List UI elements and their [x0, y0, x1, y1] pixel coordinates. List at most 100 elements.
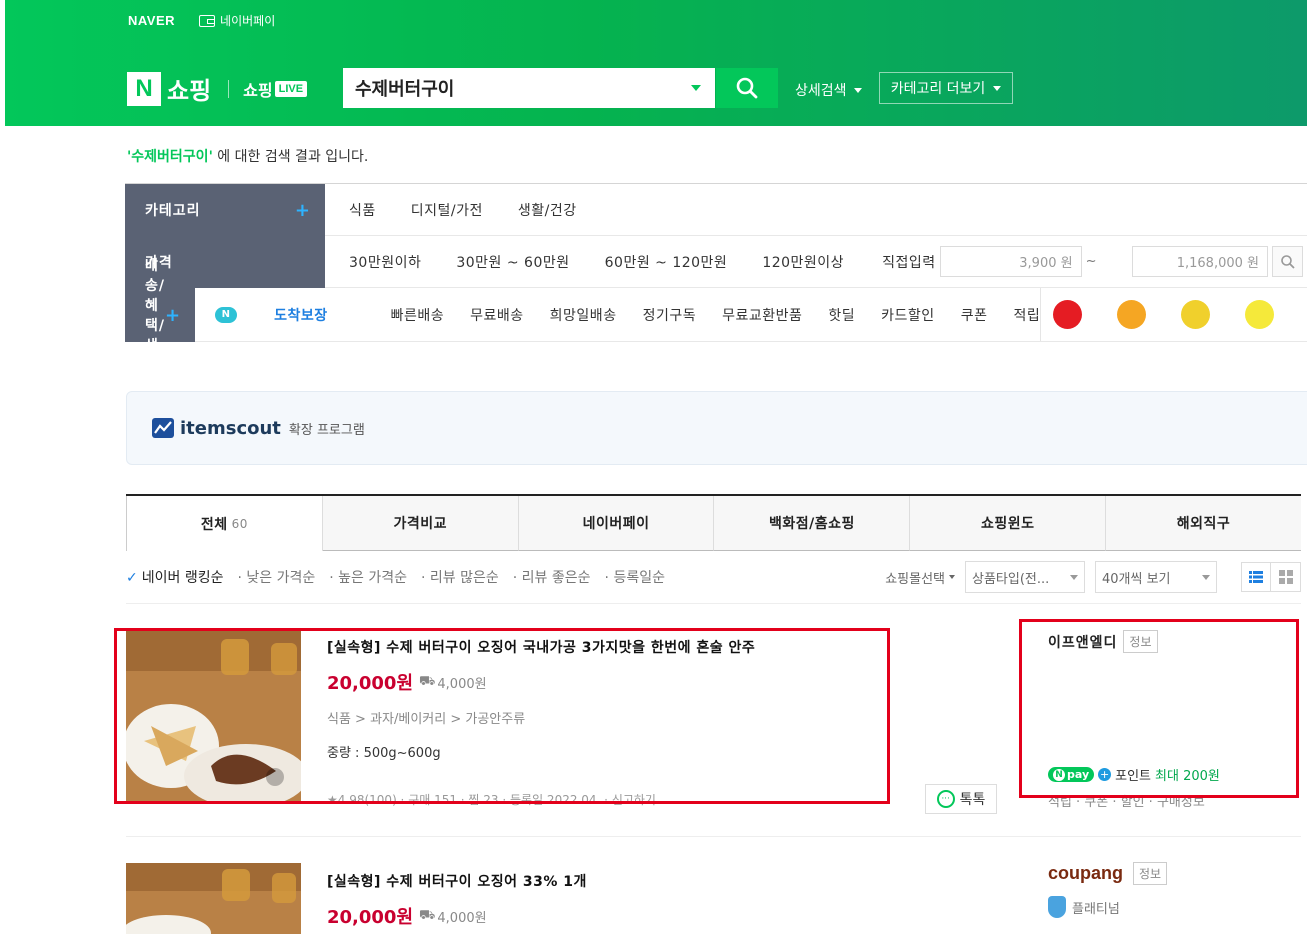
talktalk-label: 톡톡 — [959, 792, 986, 808]
chevron-down-icon — [853, 87, 862, 93]
chevron-down-icon — [993, 85, 1002, 91]
arrival-guarantee-icon: N — [215, 306, 238, 323]
product-image[interactable] — [126, 863, 301, 934]
color-swatch[interactable] — [1245, 300, 1275, 329]
tab-label: 가격비교 — [393, 516, 447, 532]
color-swatch[interactable] — [1053, 300, 1083, 329]
color-swatch[interactable] — [1181, 300, 1211, 329]
naver-logo[interactable]: NAVER — [128, 13, 175, 28]
price-search-button[interactable] — [1272, 246, 1303, 277]
naverpay-link[interactable]: 네이버페이 — [199, 12, 275, 29]
list-view-icon — [1249, 571, 1263, 583]
chevron-down-icon — [1202, 574, 1210, 580]
filter-label-text: 카테고리 — [145, 203, 201, 219]
tab-price-compare[interactable]: 가격비교 — [322, 496, 519, 551]
filter-row-category: 카테고리 + 식품 디지털/가전 생활/건강 — [125, 184, 1307, 236]
tab-label: 해외직구 — [1176, 516, 1231, 532]
arrival-guarantee-label: 도착보장 — [274, 307, 328, 324]
mall-select[interactable]: 쇼핑몰선택 — [885, 568, 955, 587]
shopping-live-link[interactable]: 쇼핑 LIVE — [243, 77, 308, 101]
arrival-guarantee-option[interactable]: N 도착보장 — [215, 305, 363, 325]
grid-view-button[interactable] — [1271, 562, 1301, 592]
category-options: 식품 디지털/가전 생활/건강 — [325, 184, 1307, 236]
tab-label: 백화점/홈쇼핑 — [768, 516, 855, 532]
divider — [126, 836, 1301, 837]
tab-label: 네이버페이 — [582, 516, 650, 532]
delivery-option[interactable]: 카드할인 — [881, 305, 935, 325]
live-badge: LIVE — [274, 80, 308, 97]
delivery-option[interactable]: 무료교환반품 — [722, 305, 802, 325]
autocomplete-toggle-icon[interactable] — [691, 85, 701, 91]
shopping-live-label: 쇼핑 — [243, 80, 273, 100]
filter-label-category[interactable]: 카테고리 + — [125, 184, 325, 236]
plus-icon: + — [294, 199, 311, 221]
color-swatch[interactable] — [1117, 300, 1147, 329]
itemscout-banner[interactable]: itemscout 확장 프로그램 — [126, 391, 1307, 465]
sort-label: 높은 가격순 — [338, 570, 407, 586]
tab-naverpay[interactable]: 네이버페이 — [518, 496, 715, 551]
search-icon — [1280, 254, 1295, 269]
price-option[interactable]: 60만원 ~ 120만원 — [605, 252, 728, 272]
shopping-title: 쇼핑 — [167, 77, 212, 105]
mall-select-label: 쇼핑몰선택 — [885, 571, 945, 587]
divider — [126, 603, 1301, 604]
tab-overseas[interactable]: 해외직구 — [1106, 496, 1301, 551]
sort-ranking[interactable]: ✓ 네이버 랭킹순 — [126, 567, 223, 587]
search-result-message: '수제버터구이' 에 대한 검색 결과 입니다. — [127, 146, 368, 166]
advanced-search-button[interactable]: 상세검색 — [795, 80, 862, 100]
result-tabs: 전체 60 가격비교 네이버페이 백화점/홈쇼핑 쇼핑윈도 해외직구 — [126, 494, 1301, 551]
price-option[interactable]: 30만원 ~ 60만원 — [456, 252, 569, 272]
product-photo — [126, 863, 301, 934]
seller-info: coupang 정보 — [1048, 862, 1168, 885]
truck-icon: ⛟ — [419, 907, 436, 923]
product-title[interactable]: [실속형] 수제 버터구이 오징어 33% 1개 — [327, 871, 887, 891]
n-logo-icon: N — [127, 71, 161, 106]
delivery-option[interactable]: 정기구독 — [643, 305, 697, 325]
sort-review-count[interactable]: · 리뷰 많은순 — [421, 567, 499, 587]
talktalk-button[interactable]: ··· 톡톡 — [925, 784, 997, 814]
delivery-option[interactable]: 핫딜 — [828, 305, 855, 325]
grid-view-icon — [1278, 570, 1293, 584]
search-input[interactable]: 수제버터구이 — [343, 68, 715, 108]
per-page-select[interactable]: 40개씩 보기 — [1095, 561, 1217, 593]
price-option[interactable]: 120만원이상 — [762, 252, 844, 272]
price-range-tilde: ~ — [1085, 254, 1097, 269]
delivery-options: N 도착보장 빠른배송 무료배송 희망일배송 정기구독 무료교환반품 핫딜 카드… — [195, 288, 1307, 342]
delivery-option[interactable]: 적립 — [1013, 305, 1040, 325]
filter-label-delivery[interactable]: 배송/혜택/색상 + — [125, 258, 196, 374]
tab-label: 쇼핑윈도 — [980, 516, 1035, 532]
list-view-button[interactable] — [1241, 562, 1271, 592]
sort-high-price[interactable]: · 높은 가격순 — [329, 567, 407, 587]
seller-grade: 플래티넘 — [1048, 896, 1120, 918]
category-option[interactable]: 디지털/가전 — [411, 200, 483, 220]
price-option[interactable]: 30만원이하 — [349, 252, 421, 272]
select-value: 상품타입(전... — [972, 571, 1050, 587]
sort-review-score[interactable]: · 리뷰 좋은순 — [513, 567, 591, 587]
sort-label: 등록일순 — [613, 570, 665, 586]
seller-logo[interactable]: coupang — [1048, 863, 1123, 884]
wallet-icon — [199, 14, 216, 27]
product-type-select[interactable]: 상품타입(전... — [965, 561, 1085, 593]
category-more-button[interactable]: 카테고리 더보기 — [879, 72, 1013, 104]
delivery-option[interactable]: 쿠폰 — [961, 305, 988, 325]
tab-label: 전체 — [200, 516, 228, 533]
sort-low-price[interactable]: · 낮은 가격순 — [237, 567, 315, 587]
highlight-box-product — [114, 628, 890, 804]
tab-shopping-window[interactable]: 쇼핑윈도 — [910, 496, 1107, 551]
seller-info-badge[interactable]: 정보 — [1133, 862, 1168, 885]
category-option[interactable]: 생활/건강 — [518, 200, 577, 220]
sort-bar: ✓ 네이버 랭킹순 · 낮은 가격순 · 높은 가격순 · 리뷰 많은순 · 리뷰… — [126, 561, 1301, 593]
category-option[interactable]: 식품 — [349, 200, 376, 220]
delivery-option[interactable]: 빠른배송 — [391, 305, 445, 325]
shopping-brand[interactable]: N 쇼핑 쇼핑 LIVE — [127, 71, 308, 106]
search-icon — [736, 77, 758, 99]
delivery-option[interactable]: 무료배송 — [470, 305, 524, 325]
delivery-option[interactable]: 희망일배송 — [550, 305, 617, 325]
tab-department-store[interactable]: 백화점/홈쇼핑 — [714, 496, 911, 551]
highlight-box-seller — [1019, 619, 1299, 798]
sort-registered[interactable]: · 등록일순 — [605, 567, 665, 587]
price-max-input[interactable]: 1,168,000 원 — [1132, 246, 1268, 277]
search-button[interactable] — [715, 68, 778, 108]
tab-all[interactable]: 전체 60 — [126, 496, 323, 551]
price-min-input[interactable]: 3,900 원 — [939, 246, 1082, 277]
